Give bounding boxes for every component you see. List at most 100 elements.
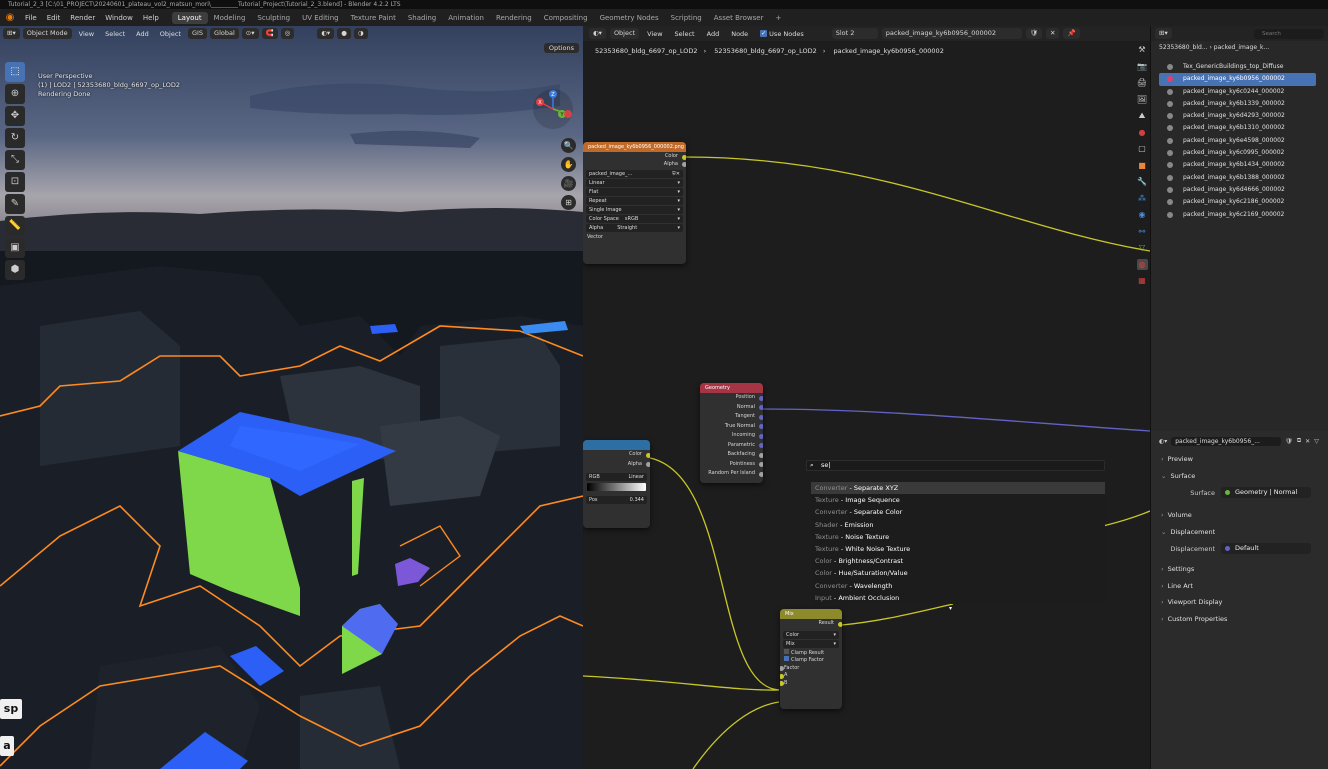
socket-parametric[interactable]: Parametric xyxy=(700,441,763,451)
search-result[interactable]: Converter - Separate Color xyxy=(811,506,1105,518)
menu-render[interactable]: Render xyxy=(65,14,100,22)
tab-texture-paint[interactable]: Texture Paint xyxy=(345,12,402,24)
constraints-tab-icon[interactable]: ⚯ xyxy=(1137,226,1148,237)
node-menu-view[interactable]: View xyxy=(643,30,666,38)
shader-type-dropdown[interactable]: Object xyxy=(609,28,640,39)
shader-editor[interactable]: ◐▾ Object View Select Add Node ✓ Use Node… xyxy=(583,26,1150,769)
ramp-gradient[interactable] xyxy=(587,483,646,491)
socket-color[interactable]: Color xyxy=(583,450,650,460)
tab-layout[interactable]: Layout xyxy=(171,11,208,24)
filter-icon[interactable]: ▽ xyxy=(1314,438,1319,445)
node-menu-add[interactable]: Add xyxy=(703,30,724,38)
panel-preview[interactable]: › Preview xyxy=(1151,451,1328,468)
options-dropdown[interactable]: Options xyxy=(543,43,579,53)
mix-node[interactable]: Mix Result Color ▾ Mix ▾ Clamp Result Clam… xyxy=(780,609,842,709)
cursor-icon[interactable]: ⊕ xyxy=(5,84,25,104)
extension-dropdown[interactable]: Repeat ▾ xyxy=(586,197,683,205)
modifier-tab-icon[interactable]: 🔧 xyxy=(1137,176,1148,187)
overlay-icon[interactable]: ◐▾ xyxy=(317,28,335,39)
socket-normal[interactable]: Normal xyxy=(700,403,763,413)
transform-icon[interactable]: ⊡ xyxy=(5,172,25,192)
tab-modeling[interactable]: Modeling xyxy=(208,12,252,24)
shading-material-icon[interactable]: ◑ xyxy=(353,28,368,39)
node-menu-select[interactable]: Select xyxy=(671,30,699,38)
list-item[interactable]: Tex_GenericBuildings_top_Diffuse xyxy=(1159,61,1316,73)
scene-tab-icon[interactable]: ⛰ xyxy=(1137,110,1148,121)
socket-vector[interactable]: Vector xyxy=(583,233,686,242)
panel-displacement[interactable]: ⌄ Displacement xyxy=(1151,524,1328,541)
tab-uv-editing[interactable]: UV Editing xyxy=(296,12,345,24)
editor-type-button[interactable]: ⊞▾ xyxy=(3,28,20,39)
texture-tab-icon[interactable]: ▦ xyxy=(1137,275,1148,286)
search-result[interactable]: Texture - White Noise Texture xyxy=(811,543,1105,555)
displacement-field[interactable]: Default xyxy=(1221,543,1311,554)
viewport-menu-select[interactable]: Select xyxy=(101,30,129,38)
image-texture-node[interactable]: packed_image_ky6b0956_000002.png Color A… xyxy=(583,142,686,264)
tab-asset-browser[interactable]: Asset Browser xyxy=(708,12,770,24)
list-item[interactable]: packed_image_ky6b1310_000002 xyxy=(1159,122,1316,134)
material-properties[interactable]: ◐▾ packed_image_ky6b0956_... 🛡 ⧉ ✕ ▽ › Pr… xyxy=(1150,431,1328,769)
socket-result[interactable]: Result xyxy=(780,619,842,629)
scale-icon[interactable]: ⤡ xyxy=(5,150,25,170)
view-layer-tab-icon[interactable]: 🖼 xyxy=(1137,94,1148,105)
unlink-icon[interactable]: ✕ xyxy=(1305,438,1310,445)
list-item[interactable]: packed_image_ky6b0956_000002 xyxy=(1159,73,1316,86)
navigation-gizmo[interactable]: Z X Y xyxy=(532,88,574,130)
panel-line-art[interactable]: › Line Art xyxy=(1151,578,1328,595)
list-item[interactable]: packed_image_ky6c2169_000002 xyxy=(1159,209,1316,221)
shading-solid-icon[interactable]: ● xyxy=(337,28,351,39)
grid-icon[interactable]: ⊞ xyxy=(561,195,576,210)
alpha-mode-dropdown[interactable]: Alpha Straight ▾ xyxy=(586,224,683,232)
blender-logo-icon[interactable]: ◉ xyxy=(4,12,16,24)
panel-custom-properties[interactable]: › Custom Properties xyxy=(1151,611,1328,628)
tab-animation[interactable]: Animation xyxy=(442,12,490,24)
panel-surface[interactable]: ⌄ Surface xyxy=(1151,468,1328,485)
node-search-input[interactable]: ⌕ se| xyxy=(806,460,1105,471)
breadcrumb-object[interactable]: 52353680_bld... xyxy=(1159,44,1208,51)
snap-icon[interactable]: 🧲 xyxy=(261,28,278,39)
projection-dropdown[interactable]: Flat ▾ xyxy=(586,188,683,196)
outliner-search-input[interactable]: Search xyxy=(1254,28,1324,39)
data-tab-icon[interactable]: ▽ xyxy=(1137,242,1148,253)
render-tab-icon[interactable]: 📷 xyxy=(1137,61,1148,72)
pivot-icon[interactable]: ⊙▾ xyxy=(241,28,259,39)
list-item[interactable]: packed_image_ky6e4598_000002 xyxy=(1159,135,1316,147)
tab-shading[interactable]: Shading xyxy=(402,12,442,24)
list-item[interactable]: packed_image_ky6c0244_000002 xyxy=(1159,86,1316,98)
socket-position[interactable]: Position xyxy=(700,393,763,403)
editor-type-button[interactable]: ◐▾ xyxy=(589,28,606,39)
node-menu-node[interactable]: Node xyxy=(727,30,752,38)
panel-settings[interactable]: › Settings xyxy=(1151,561,1328,578)
particles-tab-icon[interactable]: ⁂ xyxy=(1137,193,1148,204)
surface-shader-field[interactable]: Geometry | Normal xyxy=(1221,487,1311,498)
list-item[interactable]: packed_image_ky6d4293_000002 xyxy=(1159,110,1316,122)
tab-rendering[interactable]: Rendering xyxy=(490,12,538,24)
viewport-menu-view[interactable]: View xyxy=(75,30,98,38)
rotate-icon[interactable]: ↻ xyxy=(5,128,25,148)
ramp-mode[interactable]: RGB Linear xyxy=(586,473,647,481)
proportional-icon[interactable]: ◎ xyxy=(280,28,295,39)
use-nodes-toggle[interactable]: ✓ Use Nodes xyxy=(756,30,808,38)
viewport-menu-add[interactable]: Add xyxy=(132,30,153,38)
socket-backfacing[interactable]: Backfacing xyxy=(700,450,763,460)
fake-user-icon[interactable]: 🛡 xyxy=(1285,438,1293,445)
tab-geometry-nodes[interactable]: Geometry Nodes xyxy=(594,12,665,24)
orientation-dropdown[interactable]: Global xyxy=(210,28,239,39)
breadcrumb-material[interactable]: packed_image_ky6b0956_000002 xyxy=(834,47,944,55)
socket-alpha[interactable]: Alpha xyxy=(583,160,686,170)
search-result[interactable]: Color - Brightness/Contrast xyxy=(811,555,1105,567)
search-result[interactable]: Color - Hue/Saturation/Value xyxy=(811,567,1105,579)
breadcrumb-image[interactable]: packed_image_k... xyxy=(1214,44,1269,51)
search-result[interactable]: Texture - Noise Texture xyxy=(811,531,1105,543)
color-space-dropdown[interactable]: Color Space sRGB ▾ xyxy=(586,215,683,223)
camera-icon[interactable]: 🎥 xyxy=(561,176,576,191)
list-item[interactable]: packed_image_ky6b1434_000002 xyxy=(1159,159,1316,171)
fake-user-icon[interactable]: 🛡 xyxy=(1025,28,1042,39)
measure-icon[interactable]: 📏 xyxy=(5,216,25,236)
menu-help[interactable]: Help xyxy=(138,14,164,22)
list-item[interactable]: packed_image_ky6c2186_000002 xyxy=(1159,196,1316,208)
socket-pointiness[interactable]: Pointiness xyxy=(700,460,763,470)
material-selector[interactable]: packed_image_ky6b0956_000002 xyxy=(881,28,1022,39)
breadcrumb-mesh[interactable]: 52353680_bldg_6697_op_LOD2 xyxy=(714,47,817,55)
mode-dropdown[interactable]: Object Mode xyxy=(22,28,72,39)
